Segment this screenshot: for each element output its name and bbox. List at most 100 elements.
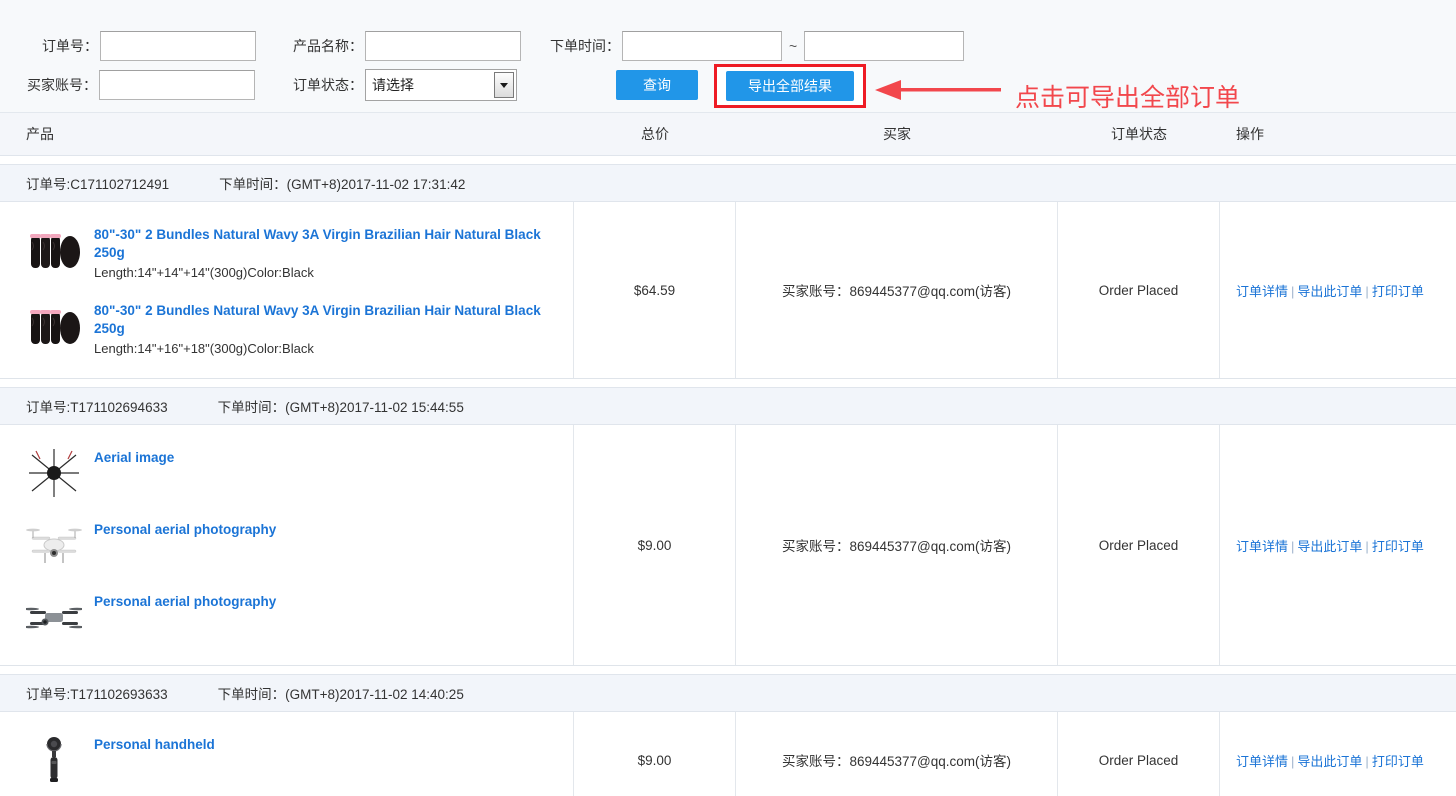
chevron-down-icon[interactable] — [494, 72, 514, 98]
order-time-to-input[interactable] — [804, 31, 964, 61]
order-status-label: 订单状态： — [293, 75, 363, 95]
product-title-link[interactable]: Personal aerial photography — [94, 593, 276, 611]
order-no-input[interactable] — [100, 31, 256, 61]
orders-list: 订单号:C171102712491 下单时间：(GMT+8)2017-11-02 … — [0, 164, 1456, 796]
order-total-price: $64.59 — [574, 202, 736, 378]
order-status-field-group: 订单状态： 请选择 — [293, 69, 517, 101]
header-buyer: 买家 — [736, 124, 1058, 144]
product-row: 80"-30" 2 Bundles Natural Wavy 3A Virgin… — [0, 290, 573, 366]
order-detail-link[interactable]: 订单详情 — [1236, 754, 1288, 769]
order-status-select[interactable]: 请选择 — [365, 69, 517, 101]
order-row: 80"-30" 2 Bundles Natural Wavy 3A Virgin… — [0, 202, 1456, 379]
product-info: Aerial image — [94, 445, 174, 467]
order-time-field-group: 下单时间： ~ — [550, 31, 964, 61]
product-info: Personal handheld — [94, 732, 215, 754]
search-filter-panel: 订单号： 产品名称： 下单时间： ~ 买家账号： 订单状态： 请选择 — [0, 0, 1456, 113]
order-summary-header: 订单号:T171102693633 下单时间：(GMT+8)2017-11-02 … — [0, 674, 1456, 712]
export-this-order-link[interactable]: 导出此订单 — [1297, 284, 1362, 299]
product-row: Aerial image — [0, 437, 573, 509]
order-products-cell: 80"-30" 2 Bundles Natural Wavy 3A Virgin… — [0, 202, 574, 378]
annotation-text: 点击可导出全部订单 — [1015, 78, 1240, 114]
search-button[interactable]: 查询 — [616, 70, 698, 100]
order-no-field-group: 订单号： — [42, 31, 256, 61]
product-info: 80"-30" 2 Bundles Natural Wavy 3A Virgin… — [94, 298, 573, 358]
print-order-link[interactable]: 打印订单 — [1372, 284, 1424, 299]
product-info: Personal aerial photography — [94, 517, 276, 539]
handheld-gimbal-image — [26, 732, 82, 788]
order-time-label: 下单时间： — [550, 36, 620, 56]
header-action: 操作 — [1220, 124, 1456, 144]
order-action-links: 订单详情|导出此订单|打印订单 — [1236, 536, 1424, 555]
header-status: 订单状态 — [1058, 124, 1220, 144]
order-buyer: 买家账号：869445377@qq.com(访客) — [736, 425, 1058, 665]
product-title-link[interactable]: 80"-30" 2 Bundles Natural Wavy 3A Virgin… — [94, 226, 573, 262]
product-row: Personal handheld — [0, 724, 573, 796]
action-separator: | — [1288, 284, 1297, 299]
product-name-field-group: 产品名称： — [293, 31, 521, 61]
order-row: Aerial image Personal aerial photography P… — [0, 425, 1456, 666]
order-actions-cell: 订单详情|导出此订单|打印订单 — [1220, 712, 1456, 796]
action-separator: | — [1362, 284, 1371, 299]
order-action-links: 订单详情|导出此订单|打印订单 — [1236, 751, 1424, 770]
order-status: Order Placed — [1058, 425, 1220, 665]
order-block: 订单号:T171102693633 下单时间：(GMT+8)2017-11-02 … — [0, 674, 1456, 796]
export-this-order-link[interactable]: 导出此订单 — [1297, 754, 1362, 769]
order-time: 下单时间：(GMT+8)2017-11-02 14:40:25 — [218, 683, 464, 703]
product-title-link[interactable]: Aerial image — [94, 449, 174, 467]
print-order-link[interactable]: 打印订单 — [1372, 539, 1424, 554]
hair-bundles-image — [26, 222, 82, 278]
product-info: Personal aerial photography — [94, 589, 276, 611]
order-number: 订单号:C171102712491 — [26, 173, 169, 193]
order-row: Personal handheld$9.00买家账号：869445377@qq.… — [0, 712, 1456, 796]
order-actions-cell: 订单详情|导出此订单|打印订单 — [1220, 202, 1456, 378]
product-title-link[interactable]: Personal aerial photography — [94, 521, 276, 539]
order-products-cell: Personal handheld — [0, 712, 574, 796]
order-block: 订单号:T171102694633 下单时间：(GMT+8)2017-11-02 … — [0, 387, 1456, 666]
order-number: 订单号:T171102693633 — [26, 683, 168, 703]
product-attributes: Length:14"+16"+18"(300g)Color:Black — [94, 339, 573, 358]
order-management-page: 订单号： 产品名称： 下单时间： ~ 买家账号： 订单状态： 请选择 — [0, 0, 1456, 796]
hair-bundles-image — [26, 298, 82, 354]
export-all-button[interactable]: 导出全部结果 — [726, 71, 854, 101]
product-title-link[interactable]: 80"-30" 2 Bundles Natural Wavy 3A Virgin… — [94, 302, 573, 338]
order-total-price: $9.00 — [574, 425, 736, 665]
order-time: 下单时间：(GMT+8)2017-11-02 15:44:55 — [218, 396, 464, 416]
action-separator: | — [1362, 754, 1371, 769]
product-name-label: 产品名称： — [293, 36, 363, 56]
print-order-link[interactable]: 打印订单 — [1372, 754, 1424, 769]
octocopter-drone-image — [26, 445, 82, 501]
header-price: 总价 — [574, 124, 736, 144]
time-range-separator: ~ — [789, 38, 797, 54]
product-attributes: Length:14"+14"+14"(300g)Color:Black — [94, 263, 573, 282]
order-number: 订单号:T171102694633 — [26, 396, 168, 416]
order-detail-link[interactable]: 订单详情 — [1236, 284, 1288, 299]
product-info: 80"-30" 2 Bundles Natural Wavy 3A Virgin… — [94, 222, 573, 282]
white-quadcopter-drone-image — [26, 517, 82, 573]
order-time: 下单时间：(GMT+8)2017-11-02 17:31:42 — [219, 173, 465, 193]
product-row: 80"-30" 2 Bundles Natural Wavy 3A Virgin… — [0, 214, 573, 290]
order-status: Order Placed — [1058, 712, 1220, 796]
order-action-links: 订单详情|导出此订单|打印订单 — [1236, 281, 1424, 300]
product-title-link[interactable]: Personal handheld — [94, 736, 215, 754]
product-row: Personal aerial photography — [0, 581, 573, 653]
annotation-arrow-icon — [875, 78, 1005, 102]
action-separator: | — [1362, 539, 1371, 554]
order-buyer: 买家账号：869445377@qq.com(访客) — [736, 202, 1058, 378]
order-actions-cell: 订单详情|导出此订单|打印订单 — [1220, 425, 1456, 665]
order-total-price: $9.00 — [574, 712, 736, 796]
product-name-input[interactable] — [365, 31, 521, 61]
order-no-label: 订单号： — [42, 36, 98, 56]
order-detail-link[interactable]: 订单详情 — [1236, 539, 1288, 554]
buyer-account-input[interactable] — [99, 70, 255, 100]
export-this-order-link[interactable]: 导出此订单 — [1297, 539, 1362, 554]
action-separator: | — [1288, 539, 1297, 554]
order-time-from-input[interactable] — [622, 31, 782, 61]
gray-folding-drone-image — [26, 589, 82, 645]
action-separator: | — [1288, 754, 1297, 769]
export-all-highlight-box: 导出全部结果 — [714, 64, 866, 108]
header-product: 产品 — [0, 124, 574, 144]
order-summary-header: 订单号:C171102712491 下单时间：(GMT+8)2017-11-02 … — [0, 164, 1456, 202]
order-block: 订单号:C171102712491 下单时间：(GMT+8)2017-11-02 … — [0, 164, 1456, 379]
order-status: Order Placed — [1058, 202, 1220, 378]
order-status-selected-value: 请选择 — [366, 75, 494, 95]
